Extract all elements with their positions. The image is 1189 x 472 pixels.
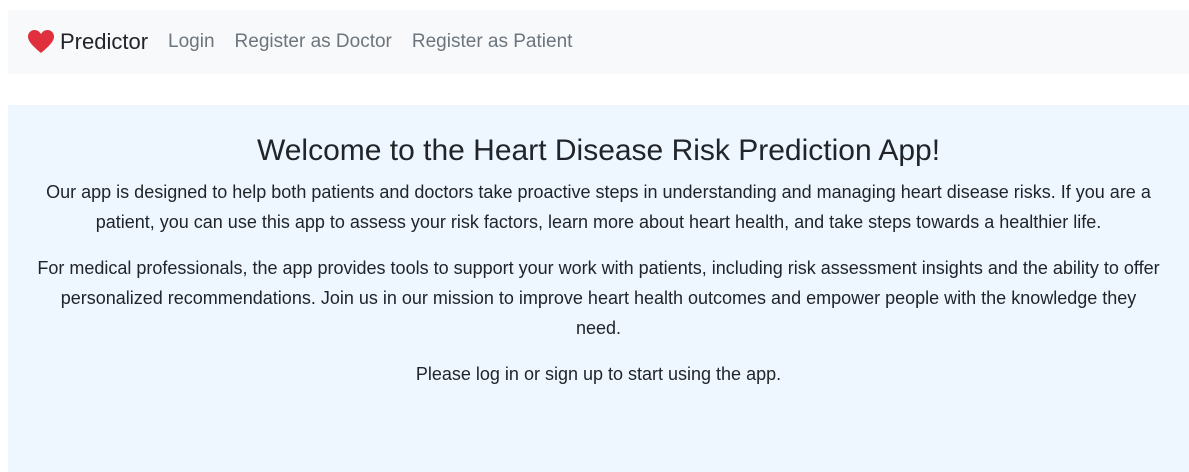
nav-register-doctor-link[interactable]: Register as Doctor — [235, 31, 392, 53]
welcome-section: Welcome to the Heart Disease Risk Predic… — [8, 105, 1189, 472]
intro-paragraph-professionals: For medical professionals, the app provi… — [37, 258, 1160, 338]
brand-name: Predictor — [60, 29, 149, 54]
login-prompt: Please log in or sign up to start using … — [415, 364, 782, 384]
navbar: Predictor Login Register as Doctor Regis… — [8, 10, 1189, 74]
nav-login-link[interactable]: Login — [168, 31, 215, 53]
heart-icon — [28, 30, 54, 54]
brand-link[interactable]: Predictor — [28, 29, 148, 55]
nav-register-patient-link[interactable]: Register as Patient — [412, 31, 573, 53]
page-title: Welcome to the Heart Disease Risk Predic… — [256, 134, 941, 167]
intro-paragraph-patients: Our app is designed to help both patient… — [46, 182, 1151, 232]
